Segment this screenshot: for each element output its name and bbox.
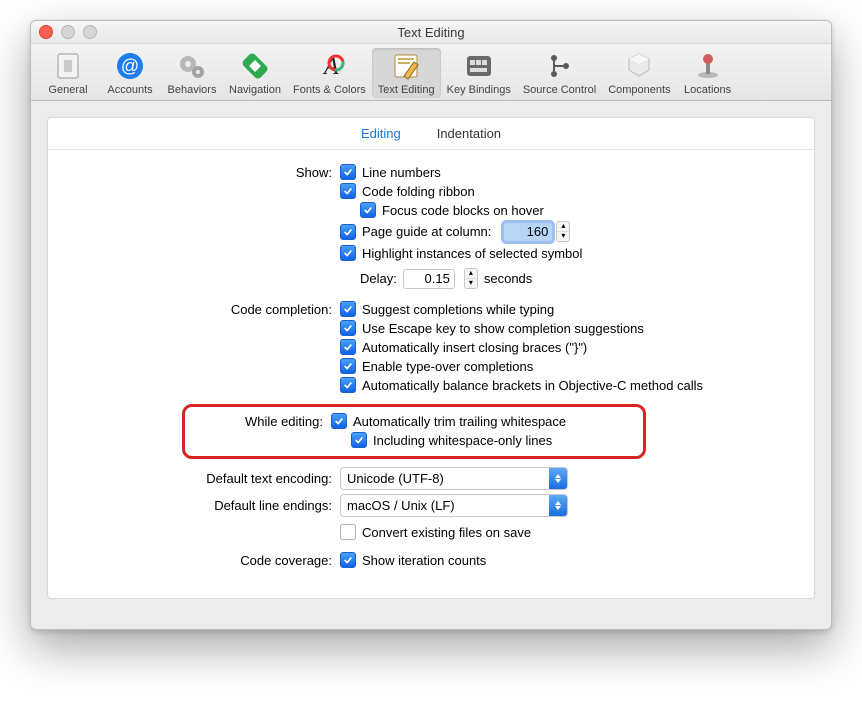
- tab-label: Text Editing: [378, 84, 435, 96]
- page-guide-stepper[interactable]: ▴▾: [556, 221, 570, 242]
- checkbox-typeover[interactable]: [340, 358, 356, 374]
- completion-label: Code completion:: [78, 301, 340, 317]
- close-button[interactable]: [39, 25, 53, 39]
- segmented-tabs: Editing Indentation: [48, 118, 814, 150]
- fonts-colors-icon: A: [313, 50, 345, 82]
- tab-general[interactable]: General: [37, 48, 99, 98]
- line-endings-select[interactable]: macOS / Unix (LF): [340, 494, 568, 517]
- tab-behaviors[interactable]: Behaviors: [161, 48, 223, 98]
- checkbox-escape[interactable]: [340, 320, 356, 336]
- tab-label: Source Control: [523, 84, 596, 96]
- encoding-select[interactable]: Unicode (UTF-8): [340, 467, 568, 490]
- source-control-icon: [544, 50, 576, 82]
- select-arrows-icon: [549, 495, 567, 516]
- show-label: Show:: [78, 164, 340, 180]
- tab-label: Locations: [684, 84, 731, 96]
- gears-icon: [176, 50, 208, 82]
- tab-label: Accounts: [107, 84, 152, 96]
- tab-components[interactable]: Components: [602, 48, 676, 98]
- checkbox-including-whitespace-lines[interactable]: [351, 432, 367, 448]
- including-whitespace-label: Including whitespace-only lines: [373, 433, 552, 448]
- tab-source-control[interactable]: Source Control: [517, 48, 602, 98]
- settings-panel: Editing Indentation Show: Line numbers C: [47, 117, 815, 599]
- tab-locations[interactable]: Locations: [677, 48, 739, 98]
- checkbox-iteration-counts[interactable]: [340, 552, 356, 568]
- delay-label: Delay:: [360, 271, 397, 286]
- preferences-window: Text Editing General @ Accounts Behavior…: [30, 20, 832, 630]
- tab-text-editing[interactable]: Text Editing: [372, 48, 441, 98]
- encoding-label: Default text encoding:: [78, 470, 340, 486]
- focus-hover-label: Focus code blocks on hover: [382, 203, 544, 218]
- checkbox-line-numbers[interactable]: [340, 164, 356, 180]
- zoom-button[interactable]: [83, 25, 97, 39]
- at-icon: @: [114, 50, 146, 82]
- checkbox-trim-whitespace[interactable]: [331, 413, 347, 429]
- checkbox-highlight-symbol[interactable]: [340, 245, 356, 261]
- checkbox-braces[interactable]: [340, 339, 356, 355]
- tab-label: Key Bindings: [447, 84, 511, 96]
- tab-label: Components: [608, 84, 670, 96]
- balance-label: Automatically balance brackets in Object…: [362, 378, 703, 393]
- typeover-label: Enable type-over completions: [362, 359, 533, 374]
- tab-label: Fonts & Colors: [293, 84, 366, 96]
- escape-label: Use Escape key to show completion sugges…: [362, 321, 644, 336]
- delay-stepper[interactable]: ▴▾: [464, 268, 478, 289]
- checkbox-suggest[interactable]: [340, 301, 356, 317]
- select-arrows-icon: [549, 468, 567, 489]
- tab-navigation[interactable]: Navigation: [223, 48, 287, 98]
- iteration-counts-label: Show iteration counts: [362, 553, 486, 568]
- traffic-lights: [39, 25, 97, 39]
- titlebar: Text Editing: [31, 21, 831, 44]
- suggest-label: Suggest completions while typing: [362, 302, 554, 317]
- text-editing-icon: [390, 50, 422, 82]
- while-editing-highlight: While editing: Automatically trim traili…: [182, 404, 646, 459]
- delay-unit: seconds: [484, 271, 532, 286]
- toolbar: General @ Accounts Behaviors Navigation …: [31, 44, 831, 101]
- while-editing-label: While editing:: [185, 413, 331, 448]
- general-icon: [52, 50, 84, 82]
- encoding-value: Unicode (UTF-8): [341, 471, 549, 486]
- checkbox-convert-existing[interactable]: [340, 524, 356, 540]
- coverage-label: Code coverage:: [78, 552, 340, 568]
- minimize-button[interactable]: [61, 25, 75, 39]
- page-guide-label: Page guide at column:: [362, 224, 491, 239]
- checkbox-code-folding[interactable]: [340, 183, 356, 199]
- line-endings-label: Default line endings:: [78, 497, 340, 513]
- subtab-editing[interactable]: Editing: [361, 126, 401, 141]
- tab-label: General: [48, 84, 87, 96]
- checkbox-balance[interactable]: [340, 377, 356, 393]
- braces-label: Automatically insert closing braces ("}"…: [362, 340, 587, 355]
- tab-label: Navigation: [229, 84, 281, 96]
- subtab-indentation[interactable]: Indentation: [437, 126, 501, 141]
- delay-field[interactable]: [403, 269, 455, 289]
- tab-fonts-colors[interactable]: A Fonts & Colors: [287, 48, 372, 98]
- line-endings-value: macOS / Unix (LF): [341, 498, 549, 513]
- checkbox-page-guide[interactable]: [340, 224, 356, 240]
- svg-text:@: @: [121, 56, 139, 76]
- trim-whitespace-label: Automatically trim trailing whitespace: [353, 414, 566, 429]
- tab-accounts[interactable]: @ Accounts: [99, 48, 161, 98]
- checkbox-focus-hover[interactable]: [360, 202, 376, 218]
- line-numbers-label: Line numbers: [362, 165, 441, 180]
- tab-key-bindings[interactable]: Key Bindings: [441, 48, 517, 98]
- locations-icon: [692, 50, 724, 82]
- navigation-icon: [239, 50, 271, 82]
- highlight-symbol-label: Highlight instances of selected symbol: [362, 246, 582, 261]
- window-title: Text Editing: [397, 25, 464, 40]
- tab-label: Behaviors: [168, 84, 217, 96]
- components-icon: [623, 50, 655, 82]
- code-folding-label: Code folding ribbon: [362, 184, 475, 199]
- convert-existing-label: Convert existing files on save: [362, 525, 531, 540]
- page-guide-column-field[interactable]: [503, 222, 553, 242]
- key-bindings-icon: [463, 50, 495, 82]
